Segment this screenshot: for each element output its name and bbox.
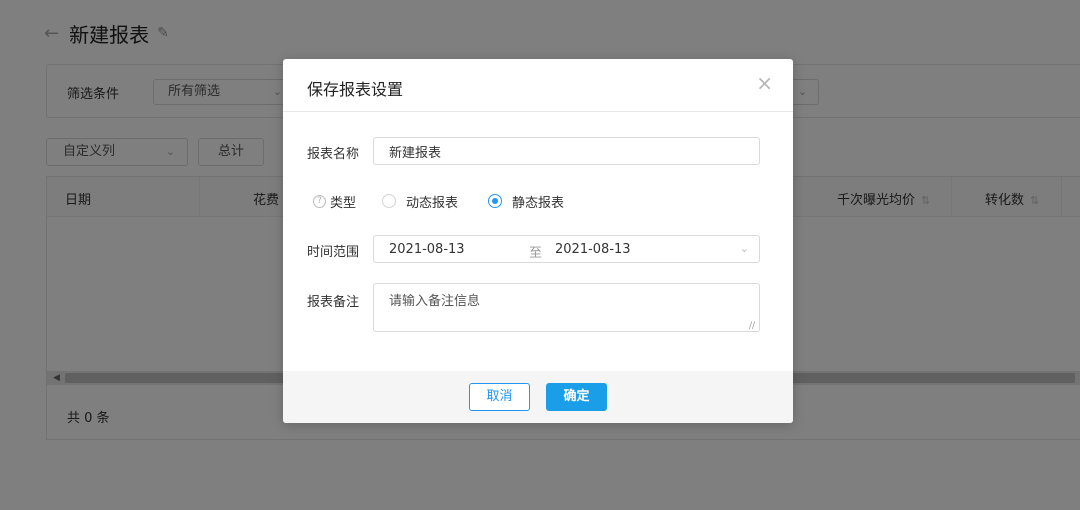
note-textarea[interactable]	[373, 283, 760, 332]
date-end[interactable]: 2021-08-13	[555, 242, 631, 257]
radio-button-checked[interactable]	[488, 194, 503, 208]
report-type-row: ? 类型 动态报表 静态报表	[313, 192, 594, 211]
date-range-picker[interactable]: 2021-08-13 至 2021-08-13 ⌄	[373, 235, 760, 263]
radio-label: 静态报表	[512, 195, 565, 211]
resize-handle-icon[interactable]: ∕∕	[749, 321, 755, 331]
note-label: 报表备注	[307, 295, 360, 310]
close-icon[interactable]: ×	[756, 73, 773, 93]
report-name-label: 报表名称	[307, 147, 360, 162]
radio-label: 动态报表	[406, 195, 459, 211]
confirm-button[interactable]: 确定	[546, 383, 607, 411]
date-separator: 至	[529, 246, 543, 261]
report-name-input[interactable]	[373, 137, 760, 165]
save-report-dialog: 保存报表设置 × 报表名称 ? 类型 动态报表 静态报表 时间范围 2021-0…	[283, 59, 793, 423]
date-start[interactable]: 2021-08-13	[389, 242, 465, 257]
report-type-label: 类型	[330, 195, 357, 211]
dialog-footer: 取消 确定	[283, 371, 793, 423]
time-range-label: 时间范围	[307, 245, 360, 260]
dialog-title: 保存报表设置	[307, 80, 404, 99]
radio-static-report[interactable]: 静态报表	[488, 192, 564, 211]
dialog-header: 保存报表设置 ×	[283, 59, 793, 112]
help-icon[interactable]: ?	[313, 194, 326, 208]
radio-button[interactable]	[382, 194, 397, 208]
chevron-down-icon: ⌄	[739, 242, 749, 255]
radio-dynamic-report[interactable]: 动态报表	[382, 192, 458, 211]
cancel-button[interactable]: 取消	[469, 383, 530, 411]
